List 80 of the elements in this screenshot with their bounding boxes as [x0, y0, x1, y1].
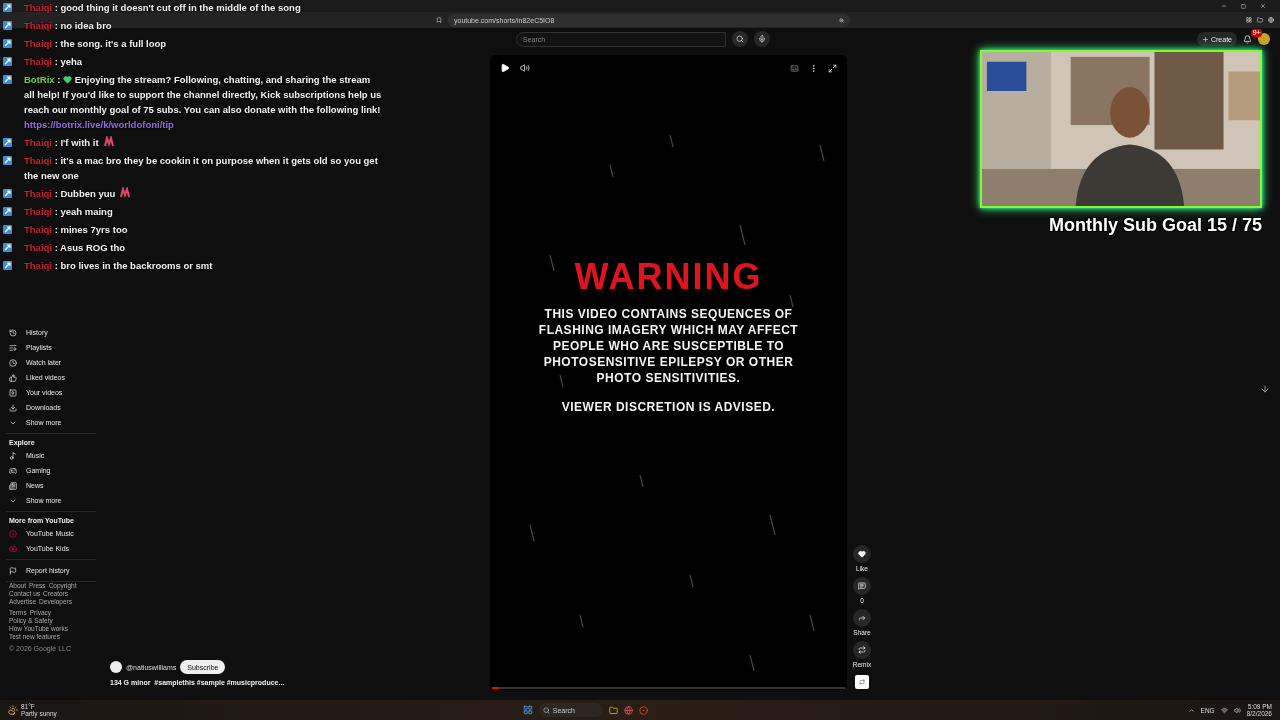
microphone-icon [758, 35, 766, 43]
kick-badge-icon [3, 225, 12, 234]
thumbs-up-icon [9, 373, 17, 382]
close-icon[interactable] [1260, 3, 1266, 9]
play-icon [9, 544, 17, 553]
start-icon[interactable] [522, 705, 533, 715]
share-button[interactable] [853, 609, 871, 627]
browser-icon[interactable] [638, 705, 648, 715]
advisory-text: VIEWER DISCRETION IS ADVISED. [561, 400, 776, 414]
maximize-icon[interactable] [1241, 3, 1246, 9]
warning-title: WARNING [574, 256, 763, 298]
kick-badge-icon [3, 156, 12, 165]
kick-badge-icon [3, 261, 12, 270]
kick-badge-icon [3, 3, 12, 12]
chat-message: Thaiqi : yeha [24, 56, 83, 67]
channel-avatar[interactable] [110, 661, 122, 673]
account-avatar[interactable] [1258, 33, 1270, 45]
kick-badge-icon [3, 21, 12, 30]
gamepad-icon [9, 466, 17, 475]
search-icon [542, 706, 550, 714]
sound-thumbnail[interactable] [855, 675, 869, 689]
history-icon [9, 328, 17, 337]
newspaper-icon [9, 481, 17, 490]
heart-button[interactable] [853, 545, 871, 563]
chat-message: Thaiqi : good thing it doesn't cut off in the middle of the song [24, 2, 301, 13]
volume-icon[interactable] [520, 63, 530, 73]
chat-message: Thaiqi : Dubben yuu [24, 188, 116, 199]
chevron-up-icon[interactable] [1187, 706, 1195, 714]
extensions-icon[interactable] [1246, 17, 1252, 23]
remix-icon [858, 646, 866, 654]
kick-badge-icon [3, 75, 12, 84]
kick-badge-icon [3, 57, 12, 66]
search-button[interactable] [732, 31, 748, 47]
volume-icon[interactable] [1233, 706, 1241, 714]
chat-message: Thaiqi : bro lives in the backrooms or smt [24, 260, 213, 271]
flag-icon [9, 566, 17, 575]
kick-badge-icon [3, 39, 12, 48]
warning-text: THIS VIDEO CONTAINS SEQUENCES OF FLASHING IMAGERY WHICH MAY AFFECT PEOPLE WHO ARE SUSCEPTIBLE TO PHOTOSENSITIVE EPILEPSY OR OTHER PHOTO SENSITIVITIES. [537, 306, 800, 386]
chat-message: Thaiqi : I'f with it [24, 137, 99, 148]
play-icon[interactable] [500, 63, 510, 73]
kick-badge-icon [3, 243, 12, 252]
captions-icon[interactable] [790, 63, 799, 73]
kick-badge-icon [3, 207, 12, 216]
notifications-icon[interactable] [1243, 34, 1252, 44]
download-icon [9, 403, 17, 412]
search-icon [736, 35, 744, 43]
sub-goal-text: Monthly Sub Goal 15 / 75 [1048, 215, 1262, 236]
fullscreen-icon[interactable] [828, 63, 837, 73]
chat-link[interactable]: https://botrix.live/k/worldofoni/tip [24, 117, 383, 132]
chat-message: Thaiqi : Asus ROG tho [24, 242, 125, 253]
remix-button[interactable] [853, 641, 871, 659]
folder-icon[interactable] [608, 705, 618, 715]
comment-button[interactable] [853, 577, 871, 595]
clock-icon [9, 358, 17, 367]
chat-message: BotRix : Enjoying the stream? Following, chatting, and sharing the stream all help! If you'd like to support the channel directly, Kick subscriptions help us reach our monthly goal of 75 subs. You can also donate with the following link! [24, 74, 382, 115]
chat-message: Thaiqi : it's a mac bro they be cookin it on purpose when it gets old so you get the new one [24, 155, 378, 181]
more-icon[interactable] [809, 63, 818, 73]
chat-message: Thaiqi : yeah maing [24, 206, 113, 217]
kick-badge-icon [3, 138, 12, 147]
globe-icon[interactable] [1268, 17, 1274, 23]
heart-icon [858, 550, 866, 558]
kick-badge-icon [3, 189, 12, 198]
comment-icon [858, 582, 866, 590]
music-disc-icon [9, 529, 17, 538]
heart-icon [63, 75, 73, 84]
scroll-down-button[interactable] [1260, 384, 1270, 394]
wifi-icon[interactable] [1220, 706, 1228, 714]
plus-icon [1202, 35, 1209, 43]
video-icon [9, 388, 17, 397]
loop-icon [859, 679, 865, 685]
chat-message: Thaiqi : no idea bro [24, 20, 112, 31]
share-icon [858, 614, 866, 622]
chat-message: Thaiqi : mines 7yrs too [24, 224, 128, 235]
weather-icon[interactable] [8, 705, 18, 715]
playlist-icon [9, 343, 17, 352]
chat-message: Thaiqi : the song. it's a full loop [24, 38, 167, 49]
music-note-icon [9, 451, 17, 460]
bookmark-icon[interactable] [436, 17, 442, 23]
microphone-button[interactable] [754, 31, 770, 47]
zoom-icon[interactable] [839, 17, 844, 23]
